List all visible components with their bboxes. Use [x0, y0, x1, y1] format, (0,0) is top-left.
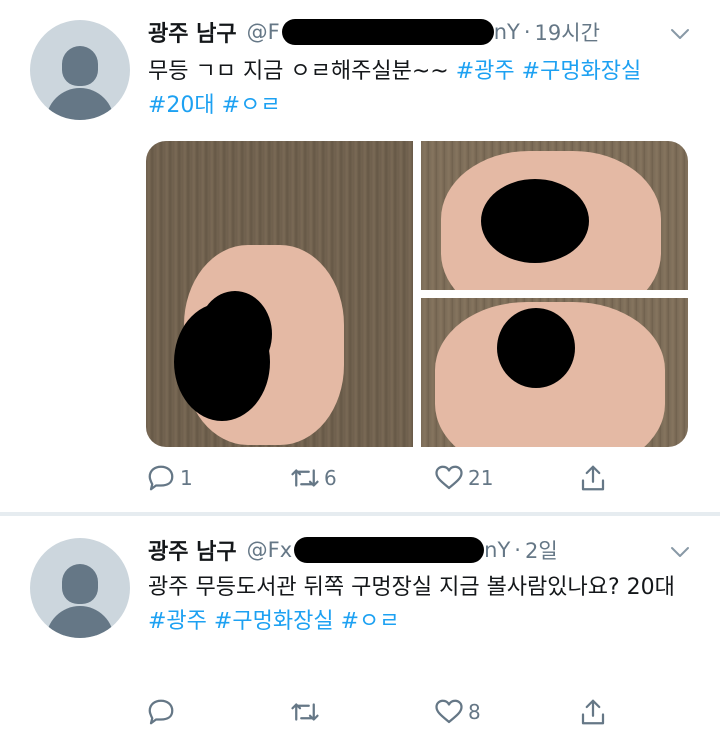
avatar-head-shape [62, 46, 98, 86]
reply-count: 1 [180, 466, 193, 490]
retweet-icon [291, 469, 319, 487]
dot-separator: · [514, 538, 521, 562]
chevron-down-icon[interactable] [668, 22, 692, 46]
chevron-down-icon[interactable] [668, 540, 692, 564]
avatar-body-shape [46, 88, 114, 120]
reply-icon [148, 699, 174, 725]
timestamp[interactable]: 19시간 [535, 17, 600, 47]
hashtag-link[interactable]: #구멍화장실 [214, 609, 334, 634]
reply-button[interactable] [146, 694, 180, 730]
reply-button[interactable]: 1 [146, 460, 193, 496]
author-name[interactable]: 광주 남구 [148, 16, 237, 48]
redaction-mark [294, 537, 485, 563]
avatar[interactable] [30, 538, 130, 638]
avatar-head-shape [62, 564, 98, 604]
hashtag-link[interactable]: #ㅇㄹ [341, 609, 400, 634]
retweet-count: 6 [324, 466, 337, 490]
tweet-text: 무등 ㄱㅁ 지금 ㅇㄹ해주실분~~ #광주 #구멍화장실 #20대 #ㅇㄹ [148, 55, 693, 123]
like-icon [435, 699, 463, 724]
tweet-header: 광주 남구 @F nY · 19시간 [148, 15, 600, 49]
photo[interactable] [146, 141, 413, 447]
author-name[interactable]: 광주 남구 [148, 534, 237, 566]
photo[interactable] [421, 141, 688, 290]
hashtag-link[interactable]: #광주 [456, 59, 515, 84]
reply-icon [148, 465, 174, 491]
author-handle-prefix[interactable]: @Fx [247, 538, 293, 562]
avatar-body-shape [46, 606, 114, 638]
like-button[interactable]: 21 [434, 460, 493, 496]
redaction-mark [497, 308, 575, 388]
redaction-mark [281, 19, 494, 45]
tweet[interactable]: 광주 남구 @F nY · 19시간 무등 ㄱㅁ 지금 ㅇㄹ해주실분~~ #광주… [0, 0, 720, 512]
hashtag-link[interactable]: #광주 [148, 609, 207, 634]
tweet-body: 무등 ㄱㅁ 지금 ㅇㄹ해주실분~~ [148, 59, 456, 84]
avatar[interactable] [30, 20, 130, 120]
like-icon [435, 465, 463, 490]
share-button[interactable] [578, 694, 608, 730]
share-icon [581, 465, 605, 491]
hashtag-link[interactable]: #구멍화장실 [522, 59, 642, 84]
retweet-icon [291, 703, 319, 721]
author-handle-suffix[interactable]: nY [484, 538, 510, 562]
tweet-text: 광주 무등도서관 뒤쪽 구멍장실 지금 볼사람있나요? 20대 #광주 #구멍화… [148, 571, 693, 639]
dot-separator: · [523, 20, 531, 44]
hashtag-link[interactable]: #20대 [148, 93, 215, 118]
media-grid[interactable] [146, 141, 688, 447]
tweet-actions: 1 6 21 [146, 460, 626, 496]
tweet-actions: 8 [146, 694, 626, 730]
share-icon [581, 699, 605, 725]
author-handle-prefix[interactable]: @F [247, 20, 280, 44]
hashtag-link[interactable]: #ㅇㄹ [222, 93, 281, 118]
like-count: 21 [468, 466, 494, 490]
tweet-header: 광주 남구 @Fx nY · 2일 [148, 533, 558, 567]
retweet-button[interactable]: 6 [290, 460, 337, 496]
timestamp[interactable]: 2일 [525, 535, 558, 565]
author-handle-suffix[interactable]: nY [494, 20, 520, 44]
share-button[interactable] [578, 460, 608, 496]
retweet-button[interactable] [290, 694, 324, 730]
redaction-mark [481, 179, 589, 263]
like-count: 8 [468, 700, 481, 724]
photo[interactable] [421, 298, 688, 447]
tweet-body: 광주 무등도서관 뒤쪽 구멍장실 지금 볼사람있나요? 20대 [148, 575, 675, 600]
redaction-mark [198, 291, 272, 377]
like-button[interactable]: 8 [434, 694, 481, 730]
